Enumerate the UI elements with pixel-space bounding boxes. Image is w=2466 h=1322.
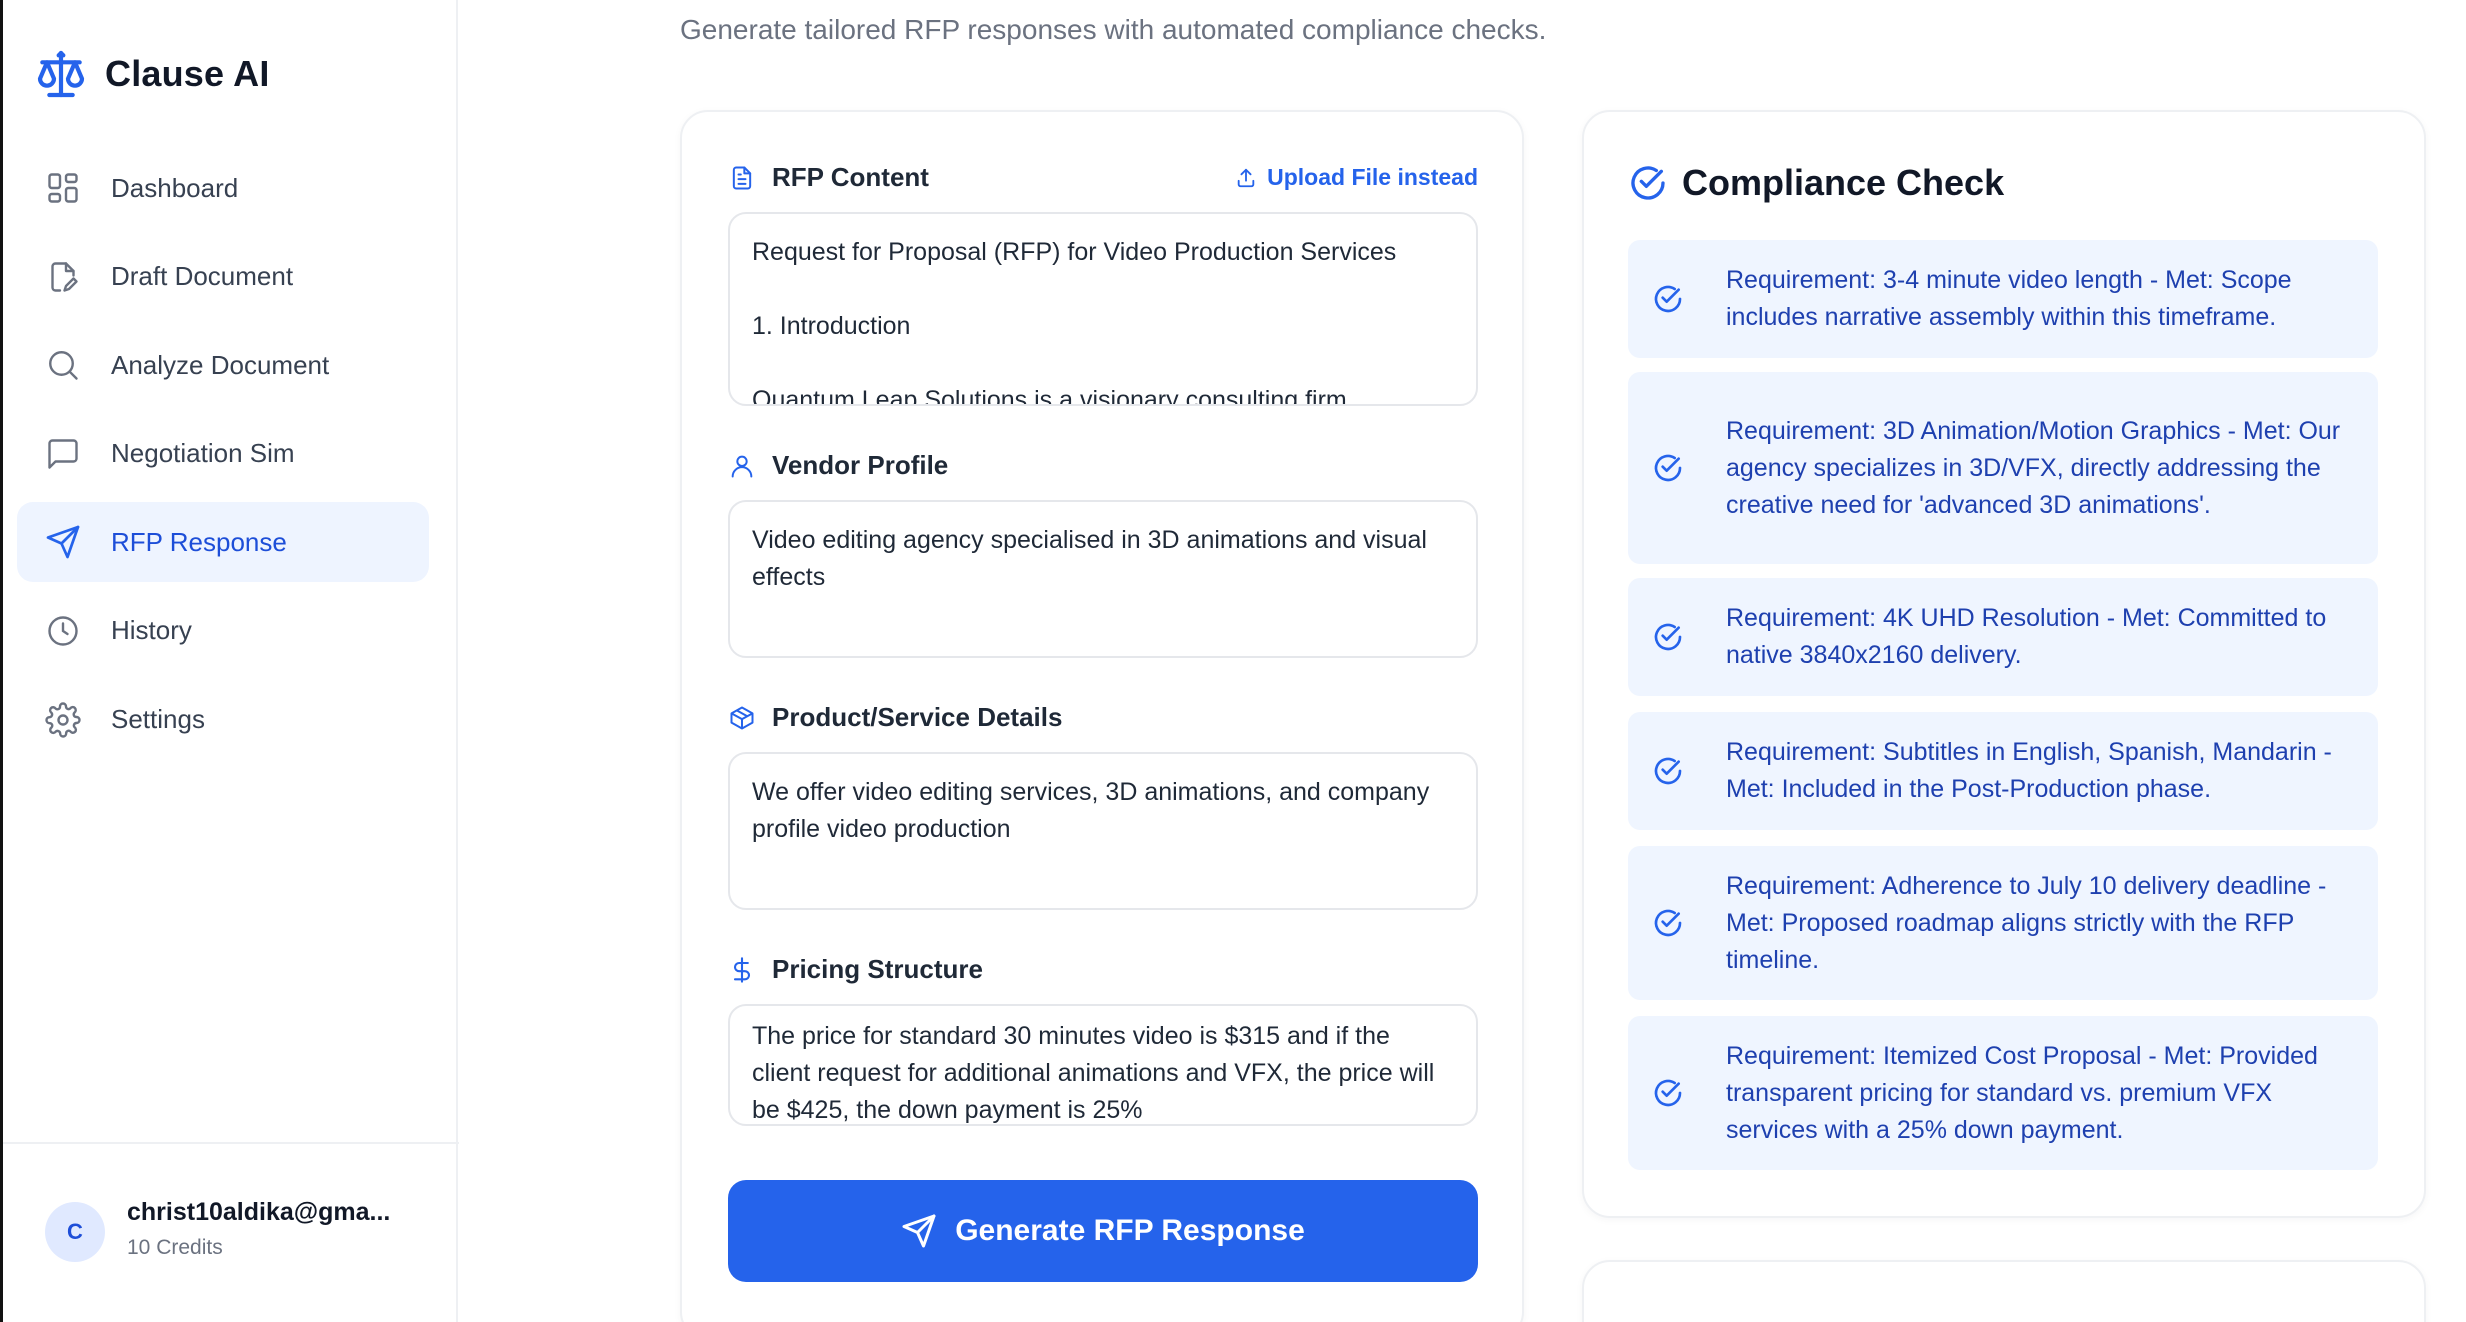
rfp-content-textarea[interactable]: Request for Proposal (RFP) for Video Pro… xyxy=(728,212,1478,406)
vendor-profile-text: Video editing agency specialised in 3D a… xyxy=(752,526,1427,591)
compliance-item: Requirement: 4K UHD Resolution - Met: Co… xyxy=(1628,578,2378,696)
compliance-item-text: Requirement: 4K UHD Resolution - Met: Co… xyxy=(1726,604,2327,669)
user-email: christ10aldika@gma... xyxy=(127,1198,391,1226)
product-details-textarea[interactable]: We offer video editing services, 3D anim… xyxy=(728,752,1478,910)
sidebar-item-label: History xyxy=(111,615,192,646)
sidebar-item-label: Analyze Document xyxy=(111,349,330,380)
compliance-item: Requirement: 3D Animation/Motion Graphic… xyxy=(1628,372,2378,564)
sidebar-item-label: Settings xyxy=(111,704,205,735)
document-icon xyxy=(732,166,752,189)
compliance-item: Requirement: Adherence to July 10 delive… xyxy=(1628,846,2378,1000)
rfp-line: Request for Proposal (RFP) for Video Pro… xyxy=(752,238,1397,266)
sidebar-item-rfp-response[interactable]: RFP Response xyxy=(17,502,429,583)
rfp-line: 1. Introduction xyxy=(752,312,911,340)
sidebar-item-label: RFP Response xyxy=(111,526,287,557)
sidebar-item-label: Negotiation Sim xyxy=(111,438,295,469)
rfp-content-label-text: RFP Content xyxy=(772,162,929,192)
product-details-label: Product/Service Details xyxy=(728,702,1062,733)
compliance-item-text: Requirement: Itemized Cost Proposal - Me… xyxy=(1726,1041,2318,1144)
scales-icon xyxy=(37,50,85,98)
app-name: Clause AI xyxy=(105,53,270,94)
sidebar-item-dashboard[interactable]: Dashboard xyxy=(17,148,429,228)
vendor-profile-textarea[interactable]: Video editing agency specialised in 3D a… xyxy=(728,500,1478,658)
pricing-structure-textarea[interactable]: The price for standard 30 minutes video … xyxy=(728,1004,1478,1126)
compliance-item: Requirement: 3-4 minute video length - M… xyxy=(1628,240,2378,358)
dashboard-icon xyxy=(48,173,78,203)
check-circle-icon xyxy=(1654,285,1682,313)
compliance-item-text: Requirement: Adherence to July 10 delive… xyxy=(1726,871,2327,974)
pricing-structure-label-text: Pricing Structure xyxy=(772,954,983,984)
upload-file-link[interactable]: Upload File instead xyxy=(1235,164,1478,191)
rfp-form-card: RFP Content Upload File instead Request … xyxy=(680,110,1524,1322)
rfp-content-label: RFP Content xyxy=(728,162,929,193)
user-panel[interactable]: C christ10aldika@gma... 10 Credits xyxy=(3,1142,459,1322)
generate-rfp-response-label: Generate RFP Response xyxy=(955,1214,1305,1247)
sidebar-item-label: Dashboard xyxy=(111,172,239,203)
compliance-item-text: Requirement: Subtitles in English, Spani… xyxy=(1726,738,2332,803)
sidebar-item-draft-document[interactable]: Draft Document xyxy=(17,237,429,317)
compliance-item: Requirement: Itemized Cost Proposal - Me… xyxy=(1628,1016,2378,1170)
sidebar-item-settings[interactable]: Settings xyxy=(17,680,429,760)
page-subtitle: Generate tailored RFP responses with aut… xyxy=(680,14,1547,45)
compliance-check-card: Compliance Check Requirement: 3-4 minute… xyxy=(1582,110,2426,1218)
check-circle-icon xyxy=(1654,1079,1682,1107)
sidebar-item-label: Draft Document xyxy=(111,261,294,292)
check-circle-icon xyxy=(1654,909,1682,937)
pricing-structure-label: Pricing Structure xyxy=(728,954,983,985)
upload-icon xyxy=(1237,168,1255,187)
rfp-line: Quantum Leap Solutions is a visionary co… xyxy=(752,386,1347,406)
send-icon xyxy=(902,1214,936,1248)
document-edit-icon xyxy=(51,261,78,292)
compliance-item: Requirement: Subtitles in English, Spani… xyxy=(1628,712,2378,830)
compliance-item-text: Requirement: 3-4 minute video length - M… xyxy=(1726,266,2292,331)
response-preview-card xyxy=(1582,1260,2426,1322)
pricing-structure-text: The price for standard 30 minutes video … xyxy=(752,1022,1435,1124)
sidebar-item-history[interactable]: History xyxy=(17,591,429,671)
message-icon xyxy=(48,439,78,469)
product-details-label-text: Product/Service Details xyxy=(772,702,1063,732)
brand[interactable]: Clause AI xyxy=(33,46,270,102)
user-credits: 10 Credits xyxy=(127,1236,223,1259)
clock-icon xyxy=(48,616,78,646)
sidebar-nav: Dashboard Draft Document Analyze Documen… xyxy=(17,148,429,768)
search-icon xyxy=(49,351,78,380)
avatar[interactable]: C xyxy=(45,1202,105,1262)
vendor-profile-label: Vendor Profile xyxy=(728,450,948,481)
generate-rfp-response-button[interactable]: Generate RFP Response xyxy=(728,1180,1478,1282)
check-circle-icon xyxy=(1654,757,1682,785)
product-details-text: We offer video editing services, 3D anim… xyxy=(752,778,1430,843)
sidebar-item-negotiation-sim[interactable]: Negotiation Sim xyxy=(17,414,429,494)
check-circle-icon xyxy=(1654,623,1682,651)
compliance-check-title: Compliance Check xyxy=(1628,162,2004,204)
sidebar: Clause AI Dashboard Draft Document Analy… xyxy=(0,0,459,1322)
vendor-profile-label-text: Vendor Profile xyxy=(772,450,949,480)
compliance-item-text: Requirement: 3D Animation/Motion Graphic… xyxy=(1726,416,2341,519)
sidebar-item-analyze-document[interactable]: Analyze Document xyxy=(17,325,429,405)
dollar-icon xyxy=(733,956,751,983)
send-icon xyxy=(46,526,80,559)
check-circle-icon xyxy=(1654,454,1682,482)
check-circle-icon xyxy=(1631,166,1665,200)
box-icon xyxy=(730,706,754,729)
compliance-check-title-text: Compliance Check xyxy=(1682,162,2005,203)
user-icon xyxy=(731,455,753,477)
gear-icon xyxy=(45,701,81,738)
upload-file-link-text: Upload File instead xyxy=(1267,164,1478,190)
